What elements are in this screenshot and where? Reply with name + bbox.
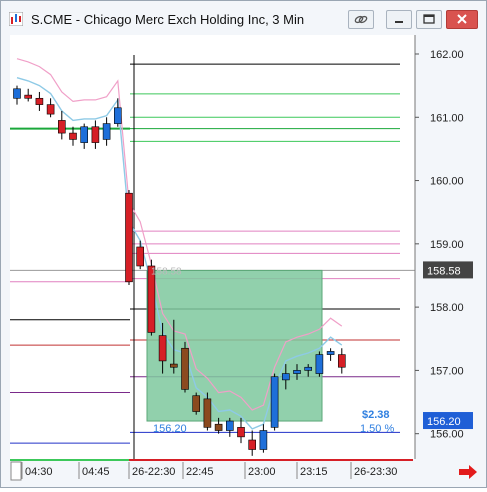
- candle-body-3[interactable]: [46, 104, 55, 115]
- candle-body-5[interactable]: [69, 132, 77, 140]
- link-button[interactable]: [348, 10, 374, 29]
- candle-body-6[interactable]: [80, 126, 88, 143]
- time-label-0: 04:30: [25, 466, 53, 478]
- time-label-4: 23:00: [248, 466, 276, 478]
- window-title: S.CME - Chicago Merc Exch Holding Inc, 3…: [31, 12, 305, 27]
- candle-body-21[interactable]: [248, 439, 256, 450]
- candle-body-29[interactable]: [337, 354, 346, 368]
- candle-body-24[interactable]: [281, 373, 290, 381]
- candle-body-26[interactable]: [304, 366, 313, 371]
- candle-body-9[interactable]: [114, 107, 122, 124]
- close-button[interactable]: [446, 10, 478, 29]
- candle-body-28[interactable]: [326, 351, 335, 355]
- candle-body-1[interactable]: [24, 94, 32, 99]
- price-label-3: 159.00: [430, 239, 464, 251]
- time-label-5: 23:15: [300, 466, 328, 478]
- price-label-6: 156.00: [430, 429, 464, 441]
- app-icon: [9, 12, 23, 26]
- overlay-price-label: 158.58: [151, 266, 182, 277]
- candle-body-27[interactable]: [315, 354, 324, 374]
- candle-body-19[interactable]: [226, 420, 234, 431]
- candle-body-0[interactable]: [13, 88, 21, 99]
- candle-body-23[interactable]: [270, 376, 279, 428]
- candle-body-2[interactable]: [35, 97, 44, 105]
- price-label-5: 157.00: [430, 365, 464, 377]
- candle-body-15[interactable]: [181, 347, 189, 390]
- chart-area[interactable]: 162.00 161.00 160.00 159.00 158.00 157.00 156.…: [10, 35, 482, 459]
- trade-pnl-label: $2.38: [362, 409, 390, 421]
- candle-body-16[interactable]: [192, 395, 200, 412]
- time-label-1: 04:45: [82, 466, 110, 478]
- close-icon: [457, 14, 467, 24]
- candle-body-14[interactable]: [170, 363, 178, 368]
- price-label-0: 162.00: [430, 49, 464, 61]
- time-label-3: 22:45: [186, 466, 214, 478]
- time-axis: 04:30 04:45 26-22:30 22:45 23:00 23:15 26-23:3…: [1, 459, 486, 487]
- trade-box[interactable]: [146, 269, 323, 422]
- chart-window: S.CME - Chicago Merc Exch Holding Inc, 3…: [0, 0, 487, 488]
- trade-pct-label: 1.50 %: [360, 423, 394, 435]
- candle-body-11[interactable]: [136, 246, 144, 267]
- trade-entry-label: 156.20: [153, 423, 187, 435]
- candle-body-17[interactable]: [203, 398, 212, 428]
- minimize-icon: [395, 21, 403, 23]
- price-label-4: 158.00: [430, 302, 464, 314]
- candle-body-8[interactable]: [102, 123, 111, 140]
- time-label-6: 26-23:30: [354, 466, 397, 478]
- link-icon: [354, 15, 368, 24]
- minimize-button[interactable]: [386, 10, 412, 29]
- time-label-2: 26-22:30: [132, 466, 175, 478]
- candle-body-20[interactable]: [237, 427, 245, 438]
- price-chart[interactable]: 162.00 161.00 160.00 159.00 158.00 157.00 156.…: [10, 35, 482, 459]
- candle-body-25[interactable]: [293, 370, 301, 374]
- time-axis-strip: 04:30 04:45 26-22:30 22:45 23:00 23:15 26-23:3…: [1, 459, 486, 487]
- time-axis-bg: [1, 459, 486, 487]
- current-price-label: 158.58: [427, 265, 461, 277]
- maximize-button[interactable]: [416, 10, 442, 29]
- candle-body-4[interactable]: [57, 120, 66, 134]
- candle-body-10[interactable]: [125, 192, 133, 283]
- candle-body-18[interactable]: [214, 423, 223, 431]
- candle-body-22[interactable]: [259, 430, 268, 450]
- scroll-box[interactable]: [10, 461, 22, 481]
- candle-body-13[interactable]: [158, 335, 167, 362]
- price-label-2: 160.00: [430, 176, 464, 188]
- stop-price-label: 156.20: [427, 416, 461, 428]
- candle-body-7[interactable]: [91, 126, 100, 143]
- maximize-icon: [423, 14, 435, 24]
- price-label-1: 161.00: [430, 112, 464, 124]
- title-bar[interactable]: S.CME - Chicago Merc Exch Holding Inc, 3…: [1, 1, 486, 35]
